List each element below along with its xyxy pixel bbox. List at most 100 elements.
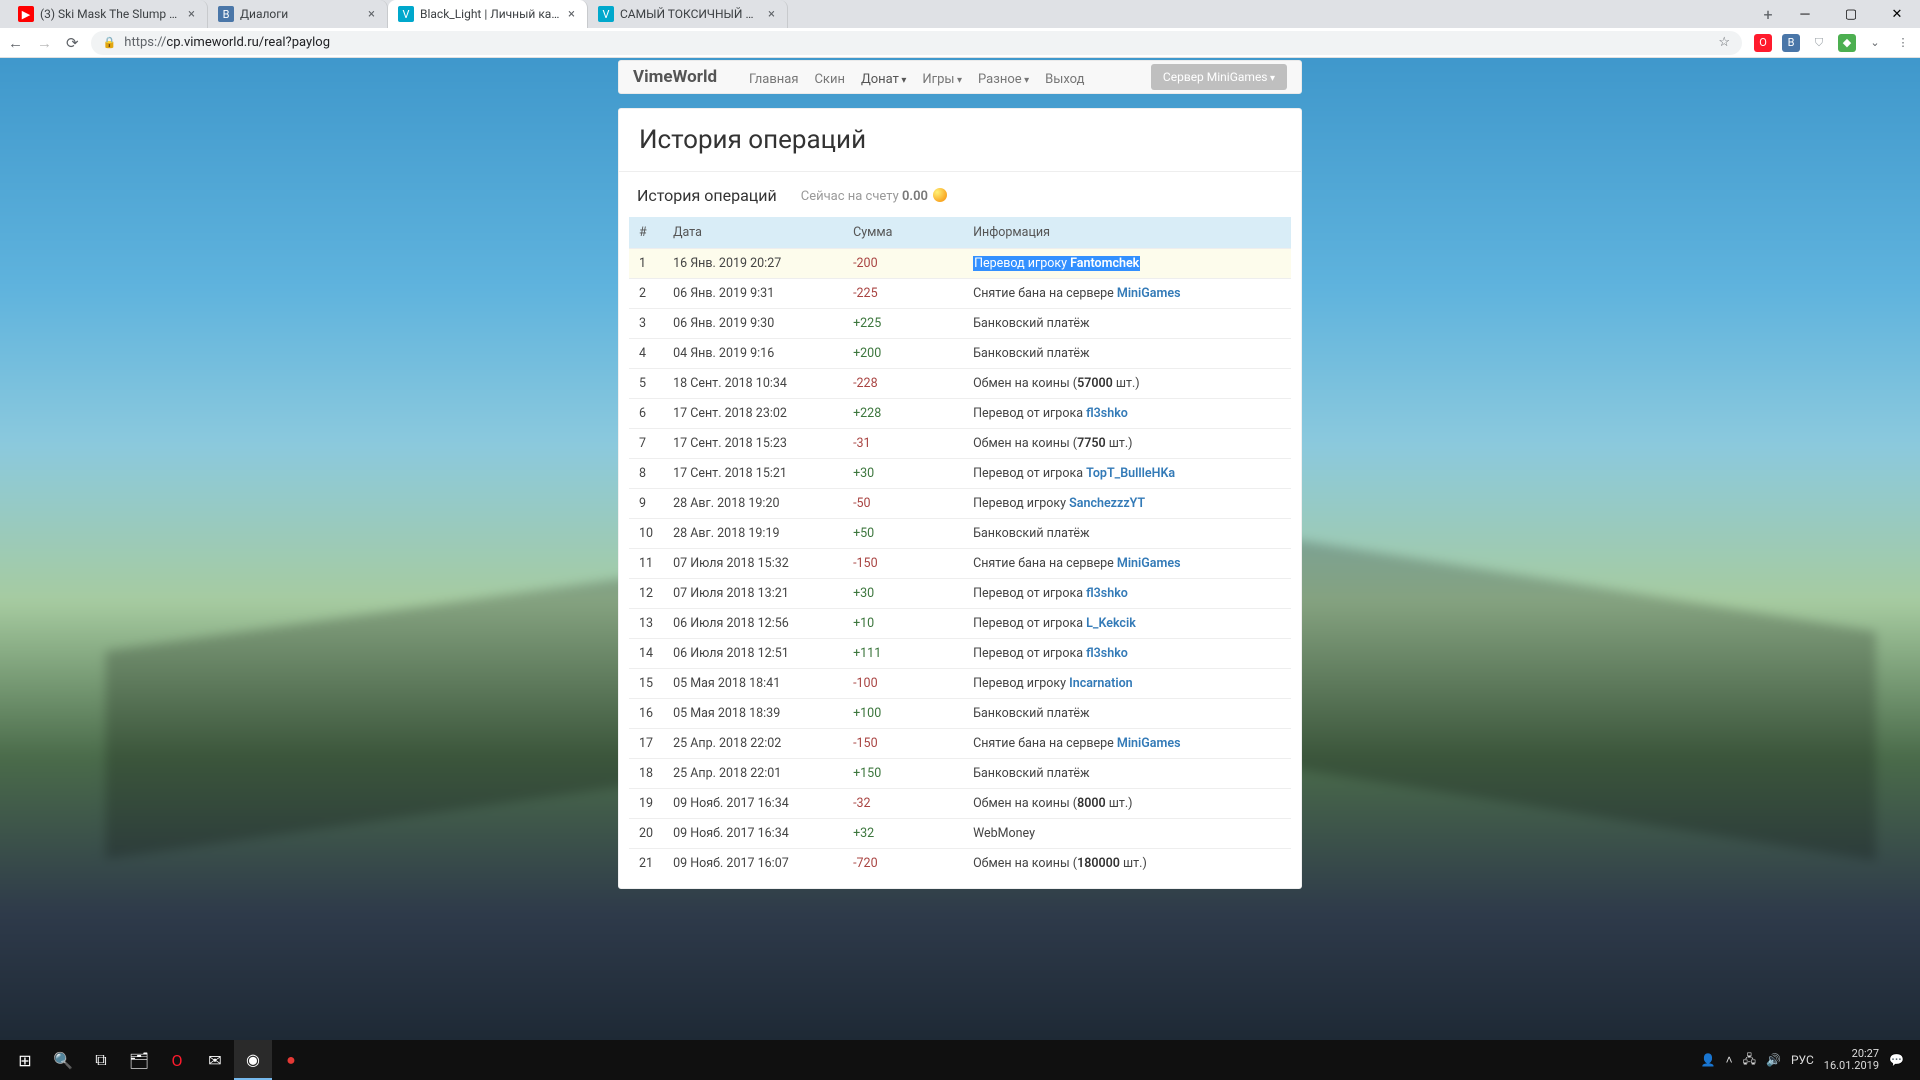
cell-info: Обмен на коины (7750 шт.) [963,429,1291,459]
table-row: 817 Сент. 2018 15:21+30Перевод от игрока… [629,459,1291,489]
reload-button[interactable]: ⟳ [66,34,79,52]
cart-ext-icon[interactable]: ⌄ [1866,34,1884,52]
nav-item[interactable]: Главная [741,66,806,93]
search-taskbar-icon[interactable]: 🔍 [44,1040,82,1080]
chrome-taskbar-icon[interactable]: ◉ [234,1040,272,1080]
table-row: 1107 Июля 2018 15:32-150Снятие бана на с… [629,549,1291,579]
info-link[interactable]: MiniGames [1117,556,1181,571]
green-ext-icon[interactable]: ◆ [1838,34,1856,52]
address-bar[interactable]: 🔒 https://cp.vimeworld.ru/real?paylog ☆ [91,31,1742,55]
cell-num: 13 [629,609,663,639]
nav-item[interactable]: Скин [806,66,853,93]
cell-num: 19 [629,789,663,819]
new-tab-button[interactable]: + [1754,0,1782,28]
vime-favicon-icon: V [598,6,614,22]
opera-taskbar-icon[interactable]: O [158,1040,196,1080]
notifications-tray-icon[interactable]: 💬 [1889,1053,1904,1067]
info-link[interactable]: SanchezzzYT [1069,496,1145,511]
forward-button[interactable]: → [37,34,52,52]
cell-sum: +150 [843,759,963,789]
bookmark-star-icon[interactable]: ☆ [1718,35,1730,50]
start-button[interactable]: ⊞ [6,1040,44,1080]
cell-sum: -200 [843,249,963,279]
cell-num: 14 [629,639,663,669]
server-select-button[interactable]: Сервер MiniGames [1151,64,1287,90]
cell-num: 15 [629,669,663,699]
cell-info: Перевод от игрока fl3shko [963,399,1291,429]
shield-ext-icon[interactable]: ⛉ [1810,34,1828,52]
cell-info: Обмен на коины (180000 шт.) [963,849,1291,879]
browser-tab[interactable]: VСАМЫЙ ТОКСИЧНЫЙ РОЗЫГР× [588,0,788,28]
tab-close-icon[interactable]: × [566,7,577,22]
info-link[interactable]: Fantomchek [1070,256,1139,271]
info-link[interactable]: fl3shko [1086,586,1128,601]
nav-item[interactable]: Выход [1037,66,1092,93]
cell-date: 09 Нояб. 2017 16:34 [663,819,843,849]
system-tray: 👤 ˄ 🖧 🔊 РУС 20:27 16.01.2019 💬 [1701,1048,1914,1072]
col-date: Дата [663,217,843,249]
info-link[interactable]: MiniGames [1117,736,1181,751]
cell-num: 20 [629,819,663,849]
cell-info: Снятие бана на сервере MiniGames [963,549,1291,579]
tab-close-icon[interactable]: × [366,7,377,22]
history-panel: История операций История операций Сейчас… [618,108,1302,889]
vime-favicon-icon: V [398,6,414,22]
maximize-button[interactable]: ▢ [1828,0,1874,28]
speaker-tray-icon[interactable]: 🔊 [1766,1053,1781,1067]
lang-indicator[interactable]: РУС [1791,1053,1814,1067]
info-link[interactable]: TopT_BullleHKa [1086,466,1175,481]
nav-item[interactable]: Игры [914,66,970,93]
tray-chevron-icon[interactable]: ˄ [1726,1053,1733,1067]
cell-date: 06 Июля 2018 12:51 [663,639,843,669]
table-row: 116 Янв. 2019 20:27-200Перевод игроку Fa… [629,249,1291,279]
vk-ext-icon[interactable]: B [1782,34,1800,52]
window-titlebar: ▶(3) Ski Mask The Slump God - LA×BДиалог… [0,0,1920,28]
browser-tab[interactable]: BДиалоги× [208,0,388,28]
site-brand[interactable]: VimeWorld [633,67,717,87]
cell-info: Перевод от игрока fl3shko [963,579,1291,609]
explorer-icon[interactable]: 🗂 [120,1040,158,1080]
back-button[interactable]: ← [8,34,23,52]
info-link[interactable]: fl3shko [1086,406,1128,421]
cell-info: Снятие бана на сервере MiniGames [963,279,1291,309]
cell-date: 06 Янв. 2019 9:31 [663,279,843,309]
browser-tab[interactable]: VBlack_Light | Личный кабинет V× [388,0,588,28]
cell-date: 17 Сент. 2018 15:23 [663,429,843,459]
cell-sum: +32 [843,819,963,849]
minimize-button[interactable]: ─ [1782,0,1828,28]
cell-info: Снятие бана на сервере MiniGames [963,729,1291,759]
info-link[interactable]: MiniGames [1117,286,1181,301]
cell-date: 04 Янв. 2019 9:16 [663,339,843,369]
mail-taskbar-icon[interactable]: ✉ [196,1040,234,1080]
url-text: https://cp.vimeworld.ru/real?paylog [124,35,1710,50]
record-taskbar-icon[interactable]: ● [272,1040,310,1080]
browser-tab[interactable]: ▶(3) Ski Mask The Slump God - LA× [8,0,208,28]
cell-date: 16 Янв. 2019 20:27 [663,249,843,279]
opera-ext-icon[interactable]: O [1754,34,1772,52]
close-window-button[interactable]: ✕ [1874,0,1920,28]
cell-info: Перевод игроку Incarnation [963,669,1291,699]
cell-sum: +200 [843,339,963,369]
table-row: 2009 Нояб. 2017 16:34+32WebMoney [629,819,1291,849]
info-link[interactable]: L_Kekcik [1086,616,1136,631]
nav-item[interactable]: Разное [970,66,1037,93]
tab-close-icon[interactable]: × [766,7,777,22]
nav-item[interactable]: Донат [853,66,914,93]
cell-date: 18 Сент. 2018 10:34 [663,369,843,399]
cell-num: 17 [629,729,663,759]
cell-date: 07 Июля 2018 13:21 [663,579,843,609]
people-tray-icon[interactable]: 👤 [1701,1053,1716,1067]
cell-date: 06 Янв. 2019 9:30 [663,309,843,339]
cell-sum: +30 [843,459,963,489]
balance-value: 0.00 [902,189,928,204]
taskbar-clock[interactable]: 20:27 16.01.2019 [1824,1048,1879,1072]
info-link[interactable]: fl3shko [1086,646,1128,661]
col-info: Информация [963,217,1291,249]
chrome-menu-icon[interactable]: ⋮ [1894,34,1912,52]
network-tray-icon[interactable]: 🖧 [1743,1050,1756,1071]
info-link[interactable]: Incarnation [1069,676,1133,691]
cell-num: 1 [629,249,663,279]
tab-close-icon[interactable]: × [186,7,197,22]
cell-sum: -31 [843,429,963,459]
taskview-icon[interactable]: ⧉ [82,1040,120,1080]
